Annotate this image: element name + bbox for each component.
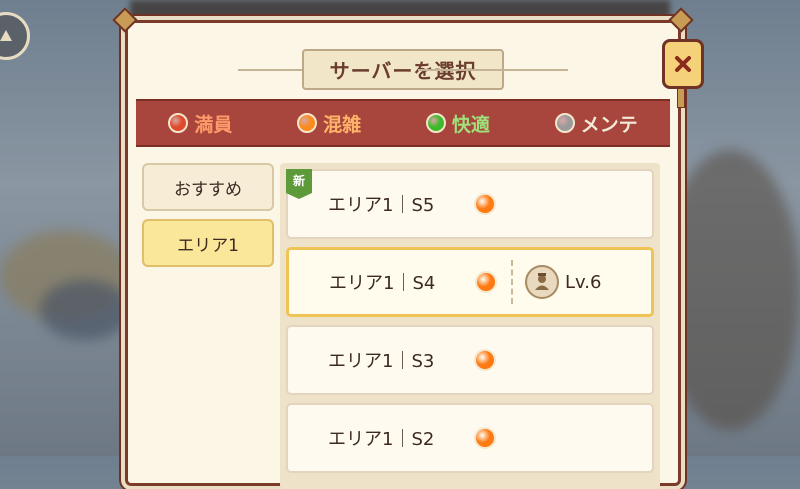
server-row-s5[interactable]: 新 エリア1｜S5 (286, 169, 654, 239)
tab-area-1[interactable]: エリア1 (142, 219, 274, 267)
status-maintenance-icon (554, 113, 575, 133)
server-row-s4[interactable]: エリア1｜S4 Lv.6 (286, 247, 654, 317)
menu-corner-button[interactable] (0, 12, 30, 60)
server-name: エリア1｜S4 (329, 273, 436, 294)
background-scene-left-2 (40, 280, 130, 340)
status-busy-icon (297, 113, 318, 133)
status-legend: 満員 混雑 快適 メンテ (136, 99, 670, 147)
row-divider (511, 260, 513, 304)
menu-icon (0, 30, 12, 41)
server-name: エリア1｜S2 (328, 429, 435, 450)
legend-label: メンテ (580, 113, 638, 136)
server-status-icon (475, 271, 497, 293)
legend-label: 混雑 (323, 113, 362, 136)
legend-maintenance: メンテ (554, 110, 638, 137)
server-row-s2[interactable]: エリア1｜S2 (286, 403, 654, 473)
legend-label: 満員 (194, 113, 233, 136)
dialog-corner-ornament (668, 7, 694, 33)
close-icon (675, 56, 691, 72)
close-button[interactable] (662, 39, 704, 108)
close-button-tassel (677, 88, 685, 108)
status-full-icon (168, 113, 189, 133)
character-avatar-icon (525, 265, 559, 299)
title-divider-right (418, 69, 568, 71)
legend-busy: 混雑 (297, 110, 361, 137)
server-name: エリア1｜S3 (328, 351, 435, 372)
status-smooth-icon (425, 113, 446, 133)
legend-smooth: 快適 (425, 110, 490, 137)
legend-full: 満員 (168, 110, 232, 137)
server-group-tabs: おすすめ エリア1 (142, 163, 274, 275)
tab-recommended[interactable]: おすすめ (142, 163, 274, 211)
title-area: サーバーを選択 (128, 48, 678, 90)
server-list: 新 エリア1｜S5 エリア1｜S4 Lv.6 エリア1｜S3 エリア1｜S2 (280, 163, 660, 489)
character-info: Lv.6 (525, 265, 601, 299)
server-status-icon (474, 427, 496, 449)
server-status-icon (474, 349, 496, 371)
character-level: Lv.6 (565, 271, 602, 293)
server-row-s3[interactable]: エリア1｜S3 (286, 325, 654, 395)
background-scene-right (660, 150, 800, 430)
legend-label: 快適 (451, 113, 490, 136)
server-status-icon (474, 193, 496, 215)
new-badge: 新 (286, 169, 312, 199)
server-select-dialog: サーバーを選択 満員 混雑 快適 メンテ おすすめ エリア1 新 エリア1｜S5… (112, 7, 704, 489)
server-name: エリア1｜S5 (328, 195, 435, 216)
